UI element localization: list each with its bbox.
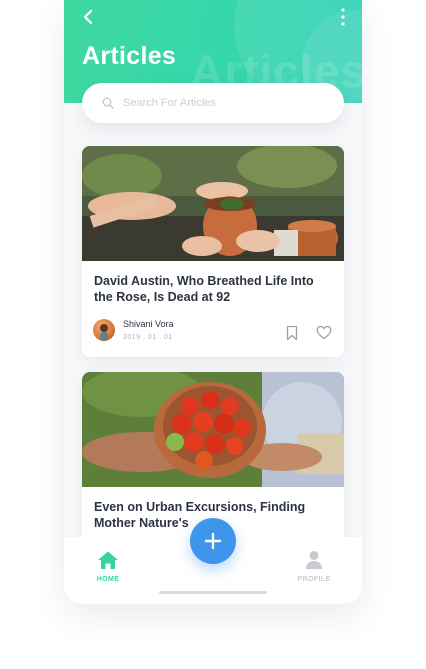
back-button[interactable]: [78, 6, 100, 28]
search-bar[interactable]: [82, 83, 344, 123]
article-card[interactable]: David Austin, Who Breathed Life Into the…: [82, 146, 344, 357]
phone-screen: Articles Articles Search For Articles Da…: [64, 0, 362, 604]
bookmark-icon: [286, 325, 298, 341]
article-meta: Shivani Vora 2019 . 01 . 01: [82, 305, 344, 357]
more-vertical-icon: [341, 8, 345, 26]
author-name[interactable]: Shivani Vora: [123, 319, 174, 329]
more-options-button[interactable]: [336, 6, 350, 28]
nav-profile-label: PROFILE: [297, 576, 331, 583]
user-icon: [306, 551, 322, 569]
like-button[interactable]: [316, 325, 332, 340]
add-article-button[interactable]: [190, 518, 236, 564]
heart-icon: [316, 325, 332, 340]
search-icon: [102, 97, 114, 109]
nav-profile[interactable]: PROFILE: [284, 550, 344, 583]
publish-date: 2019 . 01 . 01: [123, 334, 173, 341]
bowl-of-tomatoes-photo: [82, 372, 344, 487]
article-title[interactable]: David Austin, Who Breathed Life Into the…: [82, 261, 344, 305]
bookmark-button[interactable]: [285, 325, 299, 341]
hands-potting-plant-photo: [82, 146, 344, 261]
avatar[interactable]: [93, 319, 115, 341]
author-photo: [100, 324, 108, 341]
home-icon: [98, 551, 118, 569]
page-title: Articles: [82, 42, 177, 70]
chevron-left-icon: [83, 9, 93, 25]
nav-home[interactable]: HOME: [78, 550, 138, 583]
home-indicator: [159, 591, 267, 594]
search-input[interactable]: [123, 97, 323, 109]
plus-icon: [204, 532, 222, 550]
nav-home-label: HOME: [96, 576, 120, 583]
